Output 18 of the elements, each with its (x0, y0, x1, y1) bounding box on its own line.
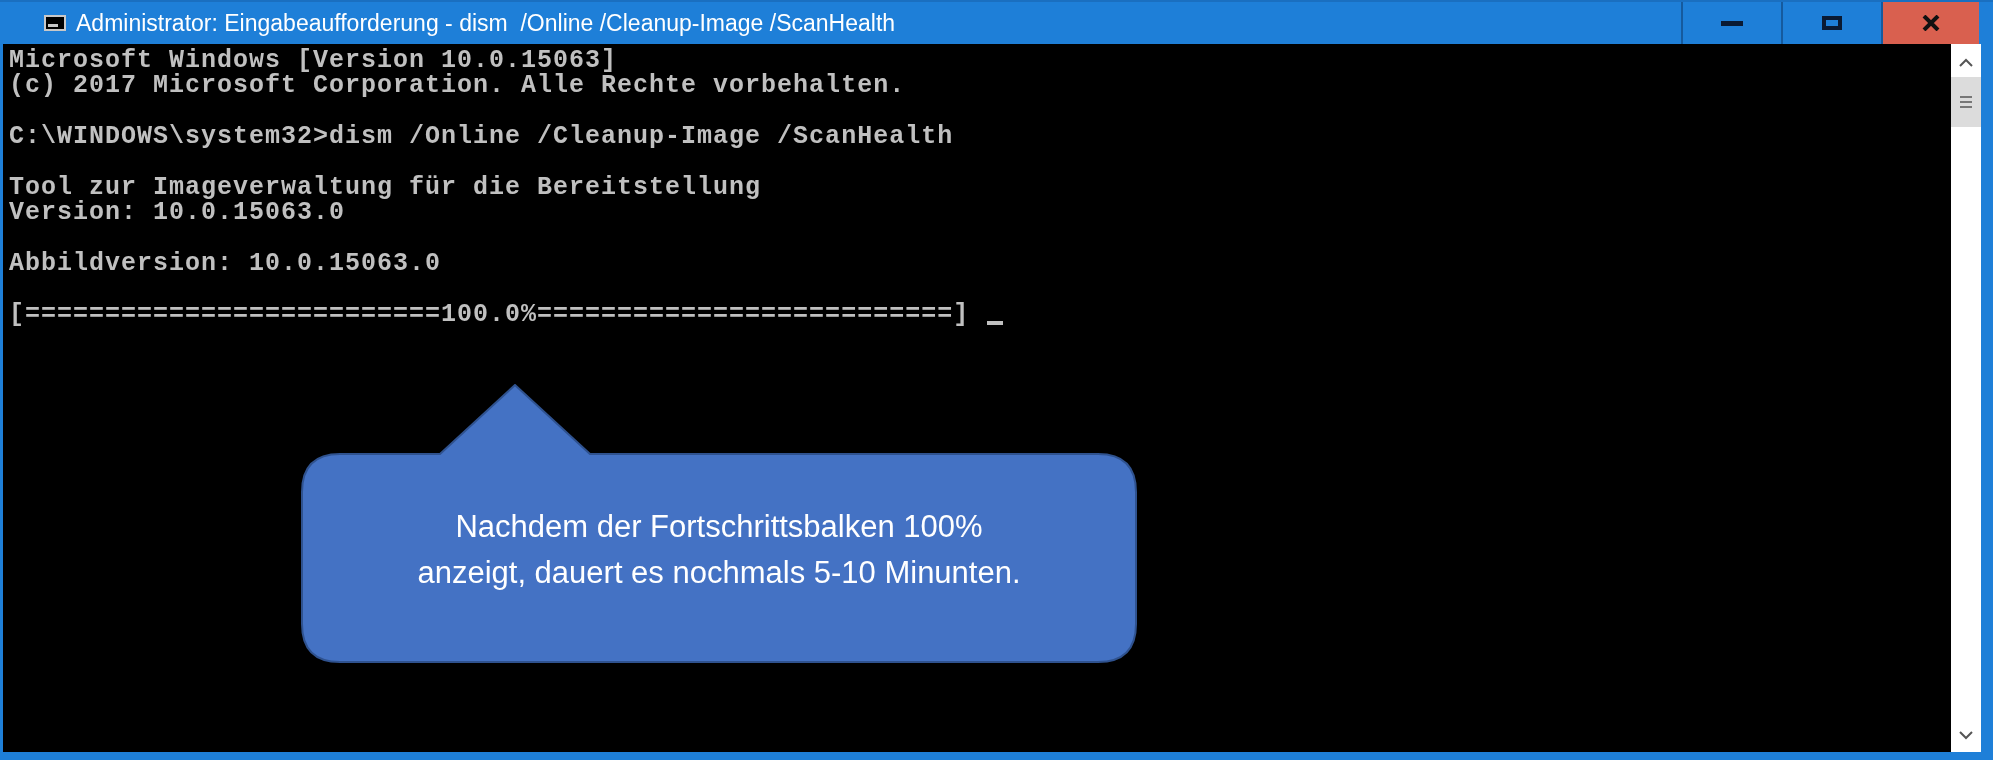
console-line: Version: 10.0.15063.0 (9, 200, 346, 225)
text-cursor (987, 321, 1004, 325)
scroll-thumb[interactable] (1951, 77, 1981, 127)
window-title: Administrator: Eingabeaufforderung - dism /Online /Cleanup-Image /ScanHealth (76, 8, 896, 38)
scroll-down-icon[interactable] (1959, 731, 1973, 740)
console-line: Tool zur Imageverwaltung für die Bereitstellung (9, 175, 762, 200)
close-icon (1922, 15, 1940, 31)
console-line: Abbildversion: 10.0.15063.0 (9, 251, 442, 276)
console-line: [==========================100.0%==========================] (9, 302, 970, 327)
console-line: C:\WINDOWS\system32>dism /Online /Cleanup-Image /ScanHealth (9, 124, 954, 149)
maximize-icon (1822, 16, 1842, 30)
minimize-icon (1721, 20, 1743, 26)
console-line: (c) 2017 Microsoft Corporation. Alle Rechte vorbehalten. (9, 73, 906, 98)
console-app-icon (44, 15, 66, 31)
scroll-up-icon[interactable] (1959, 58, 1973, 67)
callout-text: Nachdem der Fortschrittsbalken 100% anzeigt, dauert es nochmals 5-10 Minunten. (416, 508, 1022, 592)
console-line: Microsoft Windows [Version 10.0.15063] (9, 48, 618, 73)
close-button[interactable] (1881, 2, 1979, 44)
